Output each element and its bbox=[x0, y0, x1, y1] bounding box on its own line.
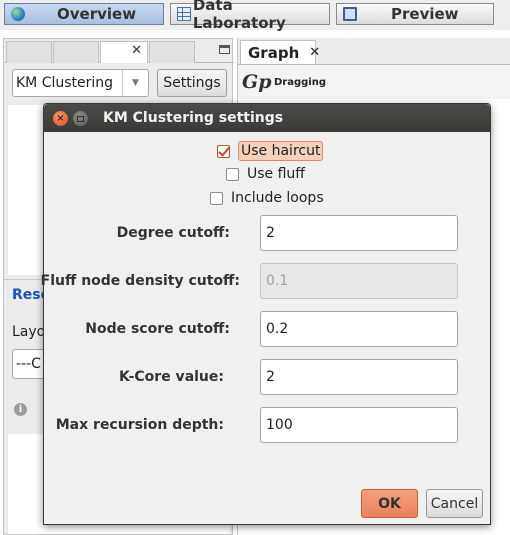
globe-icon bbox=[11, 7, 25, 21]
checkbox-icon[interactable] bbox=[226, 167, 239, 181]
include-loops-checkbox[interactable]: Include loops bbox=[210, 190, 324, 206]
checkbox-icon[interactable] bbox=[210, 191, 223, 205]
km-clustering-settings-dialog: × KM Clustering settings Use haircut Use… bbox=[41, 103, 491, 525]
k-core-value-label: K-Core value: bbox=[118, 369, 224, 385]
checkbox-checked-icon[interactable] bbox=[217, 144, 230, 158]
maximize-icon[interactable] bbox=[73, 111, 88, 126]
degree-cutoff-field[interactable]: 2 bbox=[260, 215, 458, 251]
use-fluff-label: Use fluff bbox=[247, 166, 305, 182]
close-icon[interactable]: ✕ bbox=[309, 45, 320, 60]
cancel-button[interactable]: Cancel bbox=[426, 489, 483, 518]
chevron-down-icon[interactable]: ▼ bbox=[122, 70, 148, 96]
max-recursion-depth-field[interactable]: 100 bbox=[260, 407, 458, 443]
close-icon[interactable]: × bbox=[53, 111, 68, 126]
left-tab-3[interactable]: ✕ bbox=[100, 41, 148, 63]
close-icon[interactable]: ✕ bbox=[131, 43, 142, 58]
left-tab-strip: ✕ bbox=[4, 39, 234, 63]
layout-header: Layo bbox=[12, 324, 46, 340]
node-score-cutoff-label: Node score cutoff: bbox=[85, 321, 230, 337]
use-haircut-label: Use haircut bbox=[238, 141, 324, 161]
table-icon bbox=[177, 7, 191, 21]
tab-graph[interactable]: Graph ✕ bbox=[240, 40, 320, 64]
info-icon: i bbox=[14, 403, 27, 416]
settings-button[interactable]: Settings bbox=[157, 69, 227, 97]
fluff-node-density-cutoff-label: Fluff node density cutoff: bbox=[40, 273, 240, 289]
clustering-algorithm-select[interactable]: KM Clustering ▼ bbox=[12, 69, 149, 97]
node-score-cutoff-field[interactable]: 0.2 bbox=[260, 311, 458, 347]
workspace-toolbar: Overview Data Laboratory Preview bbox=[0, 0, 510, 32]
data-laboratory-button[interactable]: Data Laboratory bbox=[170, 0, 330, 32]
use-fluff-checkbox[interactable]: Use fluff bbox=[226, 166, 305, 182]
fluff-node-density-cutoff-field: 0.1 bbox=[260, 263, 458, 299]
degree-cutoff-label: Degree cutoff: bbox=[116, 225, 230, 241]
overview-label: Overview bbox=[57, 5, 137, 23]
data-laboratory-label: Data Laboratory bbox=[192, 0, 286, 32]
include-loops-label: Include loops bbox=[231, 190, 324, 206]
minimize-icon[interactable] bbox=[219, 45, 230, 54]
graph-tab-label: Graph bbox=[248, 43, 300, 62]
left-tab-4[interactable] bbox=[149, 41, 195, 63]
max-recursion-depth-label: Max recursion depth: bbox=[55, 417, 224, 433]
dialog-titlebar[interactable]: × KM Clustering settings bbox=[44, 104, 490, 132]
preview-label: Preview bbox=[391, 5, 459, 23]
mode-label: Dragging bbox=[274, 77, 327, 88]
monitor-icon bbox=[343, 7, 357, 21]
overview-button[interactable]: Overview bbox=[4, 3, 164, 25]
clustering-algorithm-value: KM Clustering bbox=[16, 75, 114, 91]
left-tab-2[interactable] bbox=[53, 41, 99, 63]
ok-button[interactable]: OK bbox=[361, 489, 418, 518]
graph-tool-icon[interactable]: Gp bbox=[242, 71, 272, 93]
left-tab-1[interactable] bbox=[6, 41, 52, 63]
use-haircut-checkbox[interactable]: Use haircut bbox=[217, 141, 324, 161]
dialog-title: KM Clustering settings bbox=[103, 110, 284, 126]
k-core-value-field[interactable]: 2 bbox=[260, 359, 458, 395]
preview-button[interactable]: Preview bbox=[336, 3, 494, 25]
